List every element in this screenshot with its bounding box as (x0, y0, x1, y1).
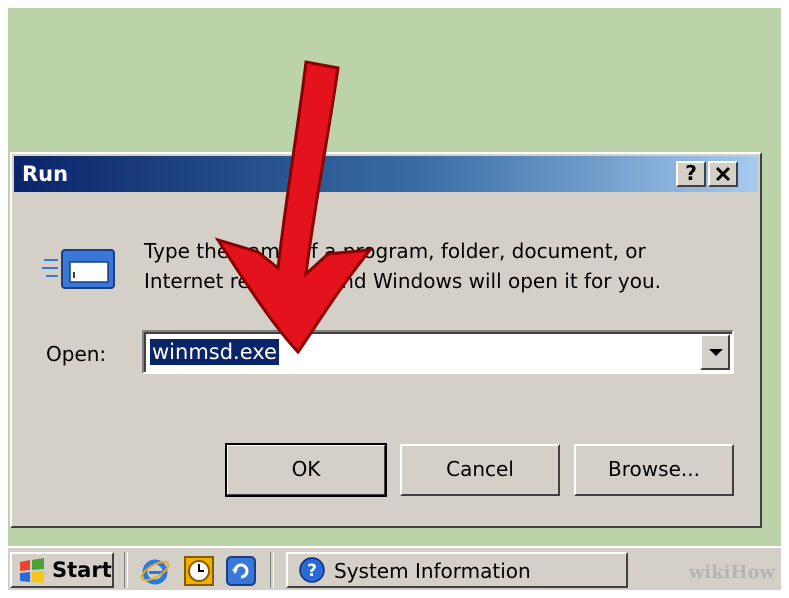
screenshot-frame: Run ? Type the name of a program, folder… (8, 8, 781, 590)
taskbar-separator (270, 552, 274, 588)
help-button[interactable]: ? (676, 161, 706, 187)
start-label: Start (52, 558, 112, 582)
open-label: Open: (46, 342, 107, 366)
close-button[interactable] (708, 161, 738, 187)
help-circle-icon: ? (299, 557, 325, 583)
close-icon (715, 166, 731, 182)
svg-text:?: ? (307, 561, 317, 581)
taskbar-item-system-information[interactable]: ? System Information (286, 552, 628, 588)
refresh-icon[interactable] (226, 556, 256, 586)
taskbar: Start ? System Information wikiHow (8, 546, 781, 590)
start-button[interactable]: Start (10, 552, 114, 588)
cancel-button[interactable]: Cancel (400, 444, 560, 496)
taskbar-separator (124, 552, 128, 588)
run-icon (42, 249, 115, 289)
dropdown-button[interactable] (700, 334, 730, 370)
internet-explorer-icon[interactable] (140, 556, 170, 586)
ok-button[interactable]: OK (225, 443, 387, 497)
clock-icon[interactable] (184, 556, 214, 586)
chevron-down-icon (709, 349, 723, 356)
task-label: System Information (334, 559, 531, 583)
red-arrow-annotation (214, 60, 374, 355)
dialog-title: Run (22, 162, 69, 186)
wikihow-watermark: wikiHow (688, 562, 775, 583)
browse-button[interactable]: Browse... (574, 444, 734, 496)
windows-logo-icon (20, 558, 44, 583)
